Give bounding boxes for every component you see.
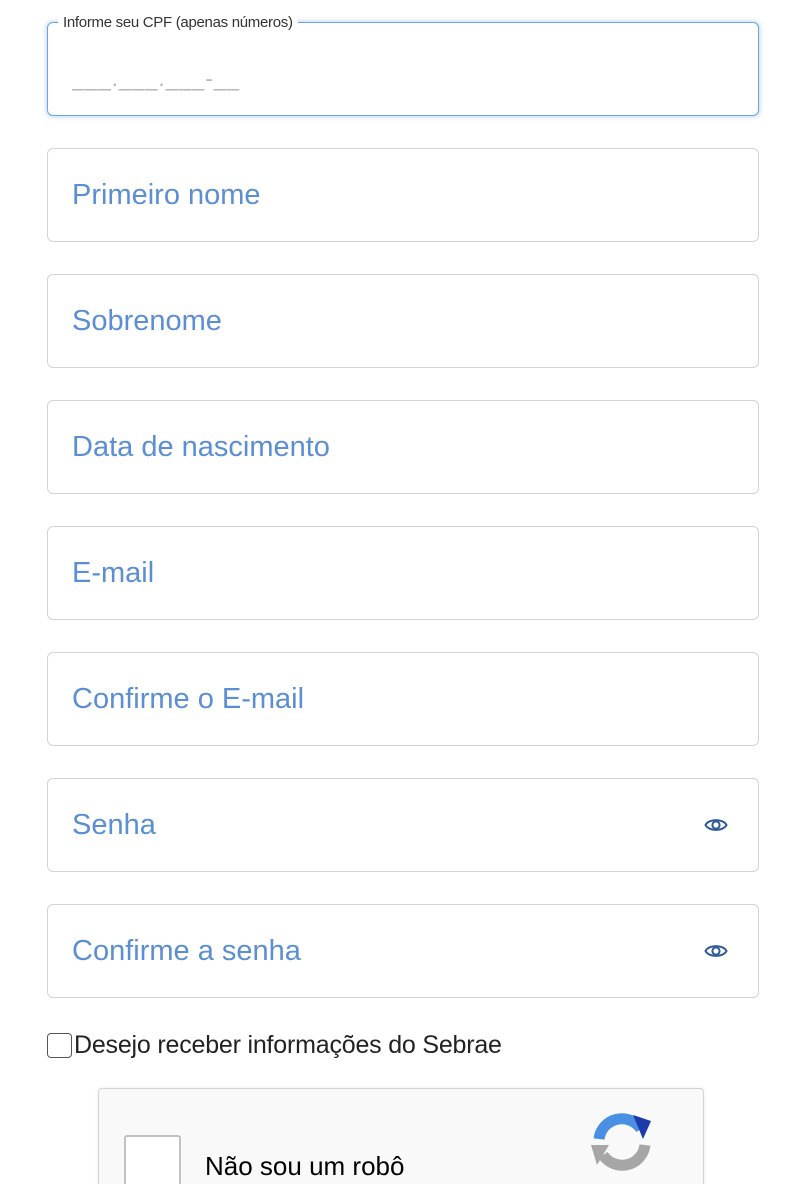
email-confirm-input[interactable]	[72, 653, 672, 745]
birth-date-field	[47, 400, 759, 494]
eye-icon[interactable]	[704, 816, 728, 834]
password-confirm-input[interactable]	[72, 905, 672, 997]
first-name-input[interactable]	[72, 149, 672, 241]
recaptcha-logo-icon	[589, 1109, 655, 1175]
cpf-legend: Informe seu CPF (apenas números)	[58, 14, 298, 31]
password-input[interactable]	[72, 779, 672, 871]
last-name-field	[47, 274, 759, 368]
password-confirm-field	[47, 904, 759, 998]
email-field	[47, 526, 759, 620]
cpf-field: Informe seu CPF (apenas números)	[47, 14, 759, 125]
newsletter-label[interactable]: Desejo receber informações do Sebrae	[74, 1031, 502, 1060]
recaptcha-widget: Não sou um robô	[98, 1088, 704, 1184]
eye-icon[interactable]	[704, 942, 728, 960]
newsletter-option: Desejo receber informações do Sebrae	[47, 1030, 502, 1060]
registration-form: Informe seu CPF (apenas números) ___.___…	[0, 0, 787, 1184]
first-name-field	[47, 148, 759, 242]
last-name-input[interactable]	[72, 275, 672, 367]
email-input[interactable]	[72, 527, 672, 619]
recaptcha-label: Não sou um robô	[205, 1151, 405, 1181]
cpf-input[interactable]	[72, 33, 672, 125]
newsletter-checkbox[interactable]	[47, 1032, 72, 1058]
birth-date-input[interactable]	[72, 401, 672, 493]
recaptcha-checkbox[interactable]	[124, 1135, 181, 1184]
password-field	[47, 778, 759, 872]
email-confirm-field	[47, 652, 759, 746]
